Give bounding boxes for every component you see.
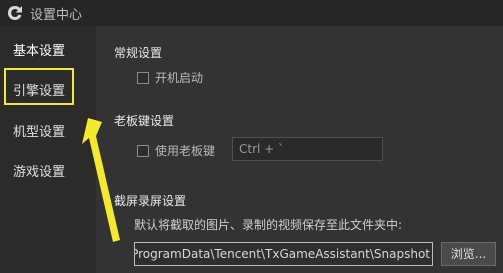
settings-window: 设置中心 基本设置 引擎设置 机型设置 游戏设置 常规设置 开机启动 老板键设置… bbox=[0, 0, 503, 273]
bosskey-hotkey-input[interactable]: Ctrl + ` bbox=[232, 137, 383, 161]
title-bar[interactable]: 设置中心 bbox=[0, 0, 503, 26]
autostart-option[interactable]: 开机启动 bbox=[137, 69, 203, 86]
sidebar: 基本设置 引擎设置 机型设置 游戏设置 bbox=[0, 26, 88, 273]
bosskey-checkbox[interactable] bbox=[137, 144, 149, 157]
bosskey-option[interactable]: 使用老板键 bbox=[137, 142, 215, 159]
app-logo-icon bbox=[5, 3, 25, 23]
screenshot-section-title: 截屏录屏设置 bbox=[114, 194, 187, 208]
sidebar-item-device[interactable]: 机型设置 bbox=[13, 121, 65, 140]
autostart-checkbox[interactable] bbox=[137, 71, 149, 84]
window-title: 设置中心 bbox=[30, 7, 83, 23]
screenshot-path-value: C:\Users\Admin\Documents\ProgramData\Ten… bbox=[134, 247, 430, 261]
screenshot-path-field[interactable]: C:\Users\Admin\Documents\ProgramData\Ten… bbox=[134, 242, 433, 266]
general-section-title: 常规设置 bbox=[114, 46, 163, 60]
bosskey-label: 使用老板键 bbox=[155, 144, 216, 158]
bosskey-section-title: 老板键设置 bbox=[114, 114, 175, 128]
screenshot-description: 默认将截取的图片、录制的视频保存至此文件夹中: bbox=[134, 218, 403, 232]
highlight-annotation-box bbox=[4, 68, 74, 105]
sidebar-item-game[interactable]: 游戏设置 bbox=[13, 161, 65, 180]
settings-panel: 常规设置 开机启动 老板键设置 使用老板键 Ctrl + ` 截屏录屏设置 默认… bbox=[96, 26, 503, 273]
sidebar-item-basic[interactable]: 基本设置 bbox=[13, 40, 65, 59]
browse-button[interactable]: 浏览... bbox=[441, 242, 496, 266]
autostart-label: 开机启动 bbox=[155, 71, 204, 85]
